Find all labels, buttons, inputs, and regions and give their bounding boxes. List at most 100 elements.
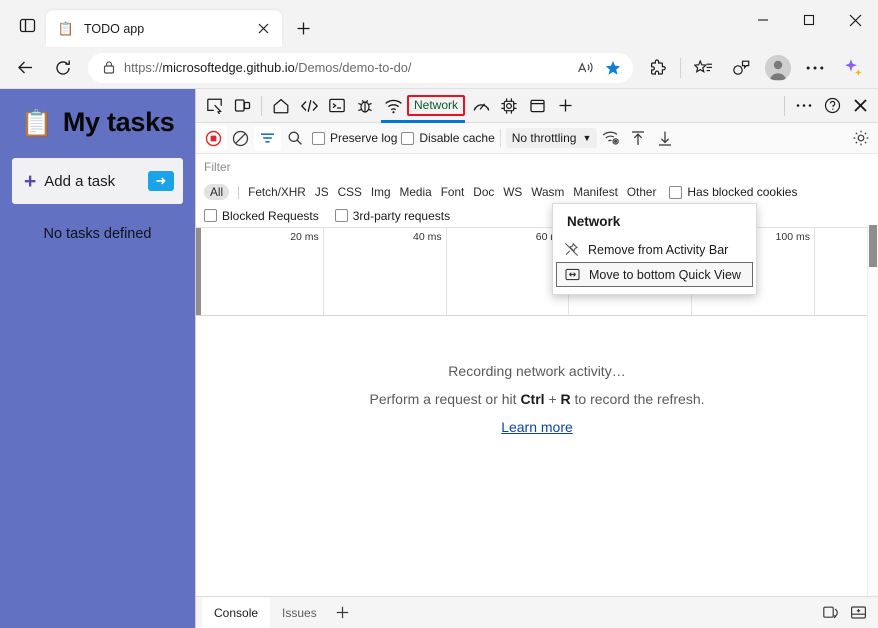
back-arrow-icon[interactable] bbox=[8, 51, 42, 85]
network-scrollbar[interactable] bbox=[867, 225, 878, 596]
type-filter-css[interactable]: CSS bbox=[338, 185, 362, 199]
scrollbar-thumb[interactable] bbox=[869, 225, 877, 267]
star-filled-icon[interactable] bbox=[599, 55, 627, 81]
extensions-icon[interactable] bbox=[641, 51, 675, 85]
elements-icon[interactable] bbox=[295, 92, 323, 120]
browser-tab[interactable]: 📋 TODO app bbox=[46, 10, 282, 47]
minimize-button[interactable] bbox=[740, 0, 786, 40]
checkbox-box bbox=[312, 131, 325, 145]
type-filter-manifest[interactable]: Manifest bbox=[573, 185, 618, 199]
drawer-tab-issues[interactable]: Issues bbox=[270, 597, 329, 628]
extra-filter-row: Blocked Requests 3rd-party requests bbox=[196, 204, 878, 228]
drawer-tab-console[interactable]: Console bbox=[202, 597, 271, 628]
url-host: microsoftedge.github.io bbox=[162, 60, 295, 75]
pin-off-icon bbox=[563, 242, 579, 258]
third-party-requests-label: 3rd-party requests bbox=[352, 208, 451, 223]
drawer-spacer bbox=[357, 597, 816, 628]
context-menu-item-move-to-bottom-quick-view[interactable]: Move to bottom Quick View bbox=[556, 262, 753, 287]
recording-status-text: Recording network activity… bbox=[448, 362, 626, 379]
blocked-requests-label: Blocked Requests bbox=[222, 208, 319, 223]
type-filter-all[interactable]: All bbox=[204, 184, 230, 200]
type-filter-wasm[interactable]: Wasm bbox=[531, 185, 564, 199]
type-filter-img[interactable]: Img bbox=[371, 185, 391, 199]
tab-network-label[interactable]: Network bbox=[407, 94, 466, 117]
devtools-tips-icon[interactable] bbox=[816, 597, 844, 628]
inspect-element-icon[interactable] bbox=[200, 92, 228, 120]
third-party-requests-checkbox[interactable]: 3rd-party requests bbox=[334, 208, 451, 223]
add-task-row[interactable]: + Add a task ➜ bbox=[12, 158, 183, 204]
copilot-sparkle-icon[interactable] bbox=[836, 51, 870, 85]
device-emulation-icon[interactable] bbox=[228, 92, 256, 120]
type-filter-other[interactable]: Other bbox=[627, 185, 657, 199]
edge-browser-window: 📋 TODO app https://microsoftedge.github.… bbox=[0, 0, 878, 628]
more-tools-plus-icon[interactable] bbox=[551, 92, 579, 120]
refresh-icon[interactable] bbox=[46, 51, 80, 85]
type-filter-js[interactable]: JS bbox=[315, 185, 329, 199]
more-options-icon[interactable] bbox=[798, 51, 832, 85]
maximize-button[interactable] bbox=[786, 0, 832, 40]
preserve-log-checkbox[interactable]: Preserve log bbox=[312, 131, 397, 145]
settings-gear-icon[interactable] bbox=[847, 126, 874, 151]
performance-gauge-icon[interactable] bbox=[467, 92, 495, 120]
type-filter-font[interactable]: Font bbox=[441, 185, 465, 199]
timeline-cell-empty bbox=[815, 228, 873, 315]
disable-cache-checkbox[interactable]: Disable cache bbox=[401, 131, 495, 145]
type-filter-doc[interactable]: Doc bbox=[473, 185, 494, 199]
console-icon[interactable] bbox=[323, 92, 351, 120]
type-filter-ws[interactable]: WS bbox=[503, 185, 522, 199]
read-aloud-icon[interactable] bbox=[571, 55, 599, 81]
new-tab-button[interactable] bbox=[288, 13, 318, 43]
profile-avatar[interactable] bbox=[765, 54, 791, 81]
export-har-icon[interactable] bbox=[651, 126, 678, 151]
add-task-input[interactable]: Add a task bbox=[44, 173, 148, 190]
tab-actions-icon[interactable] bbox=[8, 6, 46, 44]
checkbox-box bbox=[204, 209, 217, 222]
close-window-button[interactable] bbox=[832, 0, 878, 40]
tab-close-icon[interactable] bbox=[252, 18, 274, 40]
network-wifi-icon bbox=[379, 92, 407, 120]
lock-icon bbox=[96, 60, 122, 75]
throttling-dropdown[interactable]: No throttling ▼ bbox=[505, 128, 598, 148]
import-har-icon[interactable] bbox=[624, 126, 651, 151]
network-empty-state: Recording network activity… Perform a re… bbox=[196, 316, 878, 596]
filter-icon[interactable] bbox=[254, 125, 281, 151]
hint-pre: Perform a request or hit bbox=[369, 390, 521, 407]
help-icon[interactable] bbox=[818, 92, 846, 120]
tab-network[interactable]: Network bbox=[379, 89, 467, 123]
page-area: 📋 My tasks + Add a task ➜ No tasks defin… bbox=[0, 88, 878, 628]
application-window-icon[interactable] bbox=[523, 92, 551, 120]
record-stop-icon[interactable] bbox=[200, 125, 227, 151]
blocked-requests-checkbox[interactable]: Blocked Requests bbox=[204, 209, 319, 223]
network-conditions-icon[interactable] bbox=[597, 126, 624, 151]
add-task-submit-button[interactable]: ➜ bbox=[148, 171, 174, 191]
network-overview-timeline[interactable]: 20 ms 40 ms 60 ms 80 ms 100 ms bbox=[196, 228, 878, 316]
type-filter-media[interactable]: Media bbox=[400, 185, 432, 199]
address-bar[interactable]: https://microsoftedge.github.io/Demos/de… bbox=[88, 52, 633, 83]
activity-bar-divider bbox=[261, 95, 262, 116]
learn-more-link[interactable]: Learn more bbox=[501, 419, 573, 435]
hint-plus: + bbox=[544, 390, 561, 407]
collections-icon[interactable] bbox=[686, 51, 720, 85]
type-filter-fetch-xhr[interactable]: Fetch/XHR bbox=[248, 185, 306, 199]
has-blocked-cookies-checkbox[interactable]: Has blocked cookies bbox=[669, 185, 797, 199]
toolbar-divider bbox=[680, 57, 681, 78]
context-menu-item-remove-from-activity-bar[interactable]: Remove from Activity Bar bbox=[553, 237, 756, 262]
dock-drawer-icon[interactable] bbox=[844, 597, 872, 628]
welcome-home-icon[interactable] bbox=[267, 92, 295, 120]
hint-post: to record the refresh. bbox=[570, 390, 705, 407]
devtools-panel: Network Preserve log Disable cache No th… bbox=[195, 89, 878, 628]
customize-devtools-icon[interactable] bbox=[790, 92, 818, 120]
timeline-tick: 100 ms bbox=[775, 231, 810, 243]
drawer-add-tab-button[interactable] bbox=[329, 597, 357, 628]
tab-favicon-icon: 📋 bbox=[57, 21, 75, 36]
preserve-log-label: Preserve log bbox=[330, 131, 398, 145]
clear-network-log-icon[interactable] bbox=[227, 126, 254, 151]
memory-chip-icon[interactable] bbox=[495, 92, 523, 120]
sources-debugger-icon[interactable] bbox=[351, 92, 379, 120]
url-scheme: https:// bbox=[124, 60, 163, 75]
browser-essentials-icon[interactable] bbox=[724, 51, 758, 85]
close-devtools-icon[interactable] bbox=[846, 92, 874, 120]
checkbox-box bbox=[401, 131, 415, 145]
filter-input[interactable]: Filter bbox=[204, 160, 870, 174]
search-icon[interactable] bbox=[281, 126, 308, 151]
